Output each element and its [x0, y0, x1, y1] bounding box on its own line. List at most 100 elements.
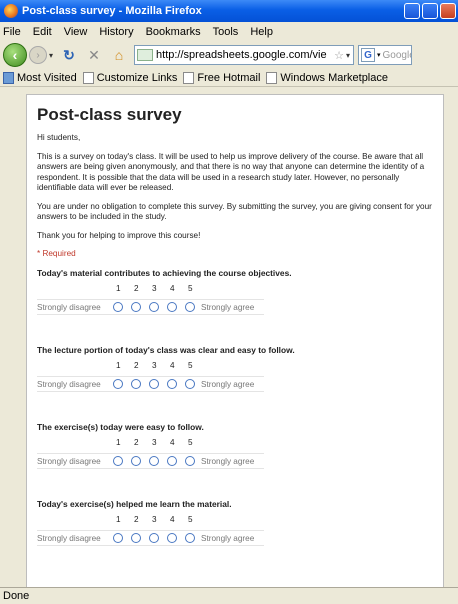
question-title: Today's material contributes to achievin…: [37, 268, 292, 278]
menu-bookmarks[interactable]: Bookmarks: [146, 26, 201, 38]
menu-view[interactable]: View: [64, 26, 88, 38]
radio-2[interactable]: [131, 456, 141, 466]
radio-3[interactable]: [149, 379, 159, 389]
scale-number: 4: [170, 438, 175, 447]
bookmark-star-icon[interactable]: ☆: [334, 49, 344, 62]
rating-scale: Strongly disagree Strongly agree: [37, 530, 264, 546]
form-title: Post-class survey: [37, 105, 182, 124]
menu-tools[interactable]: Tools: [213, 26, 239, 38]
menu-file[interactable]: File: [3, 26, 21, 38]
url-dropdown-icon[interactable]: ▾: [346, 51, 350, 60]
scale-number: 1: [116, 361, 121, 370]
question-title: Today's exercise(s) helped me learn the …: [37, 499, 232, 509]
radio-2[interactable]: [131, 379, 141, 389]
forward-button[interactable]: ›: [29, 46, 47, 64]
status-text: Done: [3, 590, 30, 602]
minimize-button[interactable]: [404, 3, 420, 19]
scale-number: 1: [116, 284, 121, 293]
scale-number: 2: [134, 438, 139, 447]
page-icon: [266, 71, 278, 84]
menu-help[interactable]: Help: [250, 26, 273, 38]
scale-number: 4: [170, 284, 175, 293]
page-icon: [82, 71, 94, 84]
scale-number: 5: [188, 284, 193, 293]
bookmark-label: Windows Marketplace: [280, 71, 388, 84]
high-label: Strongly agree: [201, 302, 255, 312]
radio-5[interactable]: [185, 379, 195, 389]
radio-5[interactable]: [185, 533, 195, 543]
radio-1[interactable]: [113, 456, 123, 466]
scale-number: 2: [134, 515, 139, 524]
scale-number: 2: [134, 284, 139, 293]
radio-3[interactable]: [149, 302, 159, 312]
history-dropdown-icon[interactable]: ▾: [49, 51, 53, 60]
radio-3[interactable]: [149, 533, 159, 543]
high-label: Strongly agree: [201, 456, 255, 466]
rating-scale: Strongly disagree Strongly agree: [37, 299, 264, 315]
bookmark-label: Customize Links: [96, 71, 178, 84]
menu-edit[interactable]: Edit: [33, 26, 52, 38]
high-label: Strongly agree: [201, 379, 255, 389]
status-bar: Done: [0, 587, 458, 604]
survey-form: Post-class survey Hi students, This is a…: [26, 94, 444, 587]
scale-number: 5: [188, 361, 193, 370]
scale-number: 4: [170, 361, 175, 370]
radio-4[interactable]: [167, 379, 177, 389]
back-button[interactable]: ‹: [3, 43, 27, 67]
bookmark-customize-links[interactable]: Customize Links: [82, 71, 178, 84]
window-title: Post-class survey - Mozilla Firefox: [22, 5, 202, 17]
stop-icon[interactable]: ✕: [85, 46, 103, 64]
maximize-button[interactable]: [422, 3, 438, 19]
radio-5[interactable]: [185, 456, 195, 466]
question-1: Today's material contributes to achievin…: [37, 268, 433, 315]
search-placeholder[interactable]: Google: [383, 50, 411, 61]
bookmark-label: Free Hotmail: [197, 71, 261, 84]
question-2: The lecture portion of today's class was…: [37, 345, 433, 392]
site-identity-icon[interactable]: [137, 49, 154, 61]
search-engine-dropdown-icon[interactable]: ▾: [377, 51, 381, 59]
radio-4[interactable]: [167, 456, 177, 466]
low-label: Strongly disagree: [37, 456, 101, 466]
radio-1[interactable]: [113, 302, 123, 312]
radio-1[interactable]: [113, 379, 123, 389]
low-label: Strongly disagree: [37, 379, 101, 389]
radio-4[interactable]: [167, 302, 177, 312]
radio-1[interactable]: [113, 533, 123, 543]
low-label: Strongly disagree: [37, 302, 101, 312]
scale-number: 3: [152, 438, 157, 447]
menu-history[interactable]: History: [99, 26, 133, 38]
thanks-text: Thank you for helping to improve this co…: [37, 230, 201, 240]
url-text[interactable]: http://spreadsheets.google.com/vie: [156, 49, 332, 61]
reload-icon[interactable]: ↻: [60, 46, 78, 64]
close-button[interactable]: [440, 3, 456, 19]
radio-5[interactable]: [185, 302, 195, 312]
bookmark-free-hotmail[interactable]: Free Hotmail: [183, 71, 261, 84]
search-engine-icon[interactable]: G: [361, 48, 376, 62]
intro-text: This is a survey on today's class. It wi…: [37, 151, 425, 193]
scale-number: 5: [188, 438, 193, 447]
scale-number: 1: [116, 515, 121, 524]
question-title: The lecture portion of today's class was…: [37, 345, 295, 355]
navigation-toolbar: ‹ › ▾ ↻ ✕ ⌂ http://spreadsheets.google.c…: [0, 41, 458, 69]
radio-4[interactable]: [167, 533, 177, 543]
scale-number: 2: [134, 361, 139, 370]
address-bar[interactable]: http://spreadsheets.google.com/vie ☆ ▾: [134, 45, 355, 65]
page-viewport: Post-class survey Hi students, This is a…: [0, 88, 458, 587]
bookmark-label: Most Visited: [17, 71, 77, 84]
bookmark-windows-marketplace[interactable]: Windows Marketplace: [266, 71, 388, 84]
scale-number: 1: [116, 438, 121, 447]
search-bar[interactable]: G ▾ Google: [358, 45, 413, 65]
radio-2[interactable]: [131, 533, 141, 543]
scale-number: 5: [188, 515, 193, 524]
rating-scale: Strongly disagree Strongly agree: [37, 453, 264, 469]
scale-numbers: 1 2 3 4 5: [116, 438, 433, 447]
scale-numbers: 1 2 3 4 5: [116, 284, 433, 293]
question-4: Today's exercise(s) helped me learn the …: [37, 499, 433, 546]
radio-2[interactable]: [131, 302, 141, 312]
radio-3[interactable]: [149, 456, 159, 466]
menu-bar: File Edit View History Bookmarks Tools H…: [0, 22, 458, 41]
scale-number: 3: [152, 284, 157, 293]
bookmark-most-visited[interactable]: Most Visited: [3, 71, 77, 84]
home-icon[interactable]: ⌂: [110, 46, 128, 64]
title-bar: Post-class survey - Mozilla Firefox: [0, 0, 458, 22]
